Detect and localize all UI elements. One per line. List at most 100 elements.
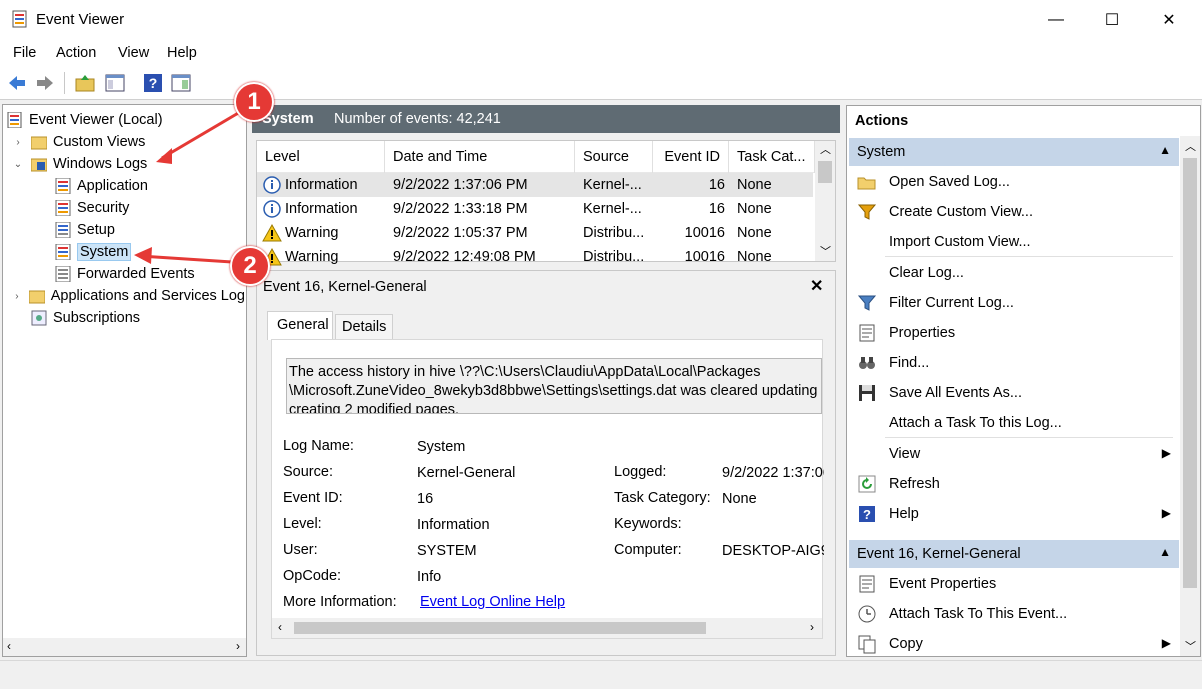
actions-vertical-scrollbar[interactable]: ︿ ﹀ [1180, 136, 1200, 656]
title-bar: Event Viewer — ☐ ✕ [0, 0, 1202, 40]
action-icon-slot [857, 202, 877, 222]
chevron-right-icon[interactable]: › [11, 137, 25, 148]
tree-item-label: Subscriptions [53, 310, 141, 326]
action-item[interactable]: Copy ▶ [851, 629, 1177, 659]
action-item[interactable]: ? Help ▶ [851, 499, 1177, 529]
action-item[interactable]: Import Custom View... [851, 227, 1177, 257]
scroll-right-icon[interactable]: › [810, 620, 814, 634]
scroll-down-icon[interactable]: ﹀ [1185, 638, 1196, 654]
action-item[interactable]: Properties [851, 318, 1177, 348]
tree-item-custom-views[interactable]: › Custom Views [7, 131, 245, 153]
action-item[interactable]: View ▶ [851, 439, 1177, 469]
column-header-task-category[interactable]: Task Cat... [729, 141, 815, 173]
warning-icon [262, 224, 282, 242]
action-item[interactable]: Save All Events As... [851, 378, 1177, 408]
toolbar-separator [64, 72, 65, 94]
action-item[interactable]: Open Saved Log... [851, 167, 1177, 197]
action-item[interactable]: Event Properties [851, 569, 1177, 599]
action-item[interactable]: Attach Task To This Event... [851, 599, 1177, 629]
column-header-date[interactable]: Date and Time [385, 141, 575, 173]
action-label: Filter Current Log... [889, 295, 1014, 311]
tree-item-application[interactable]: Application [7, 175, 245, 197]
column-header-level[interactable]: Level [257, 141, 385, 173]
event-id-value: 16 [417, 491, 434, 507]
table-row[interactable]: Warning 9/2/2022 1:05:37 PM Distribu... 100… [257, 221, 813, 245]
menu-bar: File Action View Help [0, 40, 1202, 66]
tree-item-system[interactable]: System [7, 241, 245, 263]
table-row[interactable]: Information 9/2/2022 1:33:18 PM Kernel-...… [257, 197, 813, 221]
table-vertical-scrollbar[interactable]: ︿ ﹀ [815, 141, 835, 261]
table-row[interactable]: Warning 9/2/2022 12:49:08 PM Distribu... 10… [257, 245, 813, 269]
tree-item-applications-services[interactable]: › Applications and Services Log [7, 285, 245, 307]
attach-task-icon [858, 605, 876, 623]
action-icon-slot [857, 444, 877, 464]
action-item[interactable]: Find... [851, 348, 1177, 378]
tree-item-subscriptions[interactable]: Subscriptions [7, 307, 245, 329]
collapse-icon[interactable]: ▲ [1159, 545, 1171, 559]
actions-section-system[interactable]: System ▲ [849, 138, 1179, 166]
cell-level: Warning [285, 225, 339, 241]
task-category-value: None [722, 491, 757, 507]
cell-source: Distribu... [583, 249, 645, 265]
help-icon: ? [859, 506, 875, 522]
scroll-thumb[interactable] [1183, 158, 1197, 588]
action-label: View [889, 446, 921, 462]
scroll-down-icon[interactable]: ﹀ [820, 243, 831, 259]
column-header-source[interactable]: Source [575, 141, 653, 173]
action-item[interactable]: Refresh [851, 469, 1177, 499]
tree-item-forwarded-events[interactable]: Forwarded Events [7, 263, 245, 285]
action-icon-slot [857, 172, 877, 192]
tab-general[interactable]: General [267, 311, 333, 340]
cell-date: 9/2/2022 1:05:37 PM [393, 225, 528, 241]
up-folder-icon[interactable] [74, 72, 96, 94]
detail-horizontal-scrollbar[interactable]: ‹ › [272, 618, 822, 638]
show-hide-action-pane-icon[interactable] [170, 72, 192, 94]
action-item[interactable]: Clear Log... [851, 258, 1177, 288]
scroll-thumb[interactable] [294, 622, 706, 634]
message-line: \Microsoft.ZuneVideo_8wekyb3d8bbwe\Setti… [289, 383, 818, 399]
menu-help[interactable]: Help [167, 45, 197, 61]
tree-item-security[interactable]: Security [7, 197, 245, 219]
close-button[interactable]: ✕ [1146, 0, 1192, 40]
scroll-left-icon[interactable]: ‹ [278, 620, 282, 634]
scroll-up-icon[interactable]: ︿ [820, 141, 831, 157]
action-label: Save All Events As... [889, 385, 1022, 401]
menu-file[interactable]: File [13, 45, 36, 61]
action-label: Attach Task To This Event... [889, 606, 1068, 622]
scroll-up-icon[interactable]: ︿ [1185, 138, 1196, 154]
minimize-button[interactable]: — [1033, 0, 1079, 40]
actions-section-event[interactable]: Event 16, Kernel-General ▲ [849, 540, 1179, 568]
tab-label: Details [342, 319, 387, 335]
collapse-icon[interactable]: ▲ [1159, 143, 1171, 157]
tree-item-root[interactable]: Event Viewer (Local) [7, 109, 245, 131]
event-log-online-help-link[interactable]: Event Log Online Help [420, 594, 565, 610]
menu-view[interactable]: View [118, 45, 149, 61]
action-item[interactable]: Create Custom View... [851, 197, 1177, 227]
show-hide-tree-icon[interactable] [104, 72, 126, 94]
scroll-left-icon[interactable]: ‹ [7, 639, 11, 653]
table-row[interactable]: Information 9/2/2022 1:37:06 PM Kernel-...… [257, 173, 813, 197]
action-item[interactable]: Attach a Task To this Log... [851, 408, 1177, 438]
forward-arrow-icon[interactable] [34, 72, 56, 94]
column-header-event-id[interactable]: Event ID [653, 141, 729, 173]
menu-action[interactable]: Action [56, 45, 96, 61]
scroll-thumb[interactable] [818, 161, 832, 183]
action-item[interactable]: Filter Current Log... [851, 288, 1177, 318]
log-name-label: Log Name: [283, 438, 354, 454]
help-icon[interactable]: ? [142, 72, 164, 94]
tree-horizontal-scrollbar[interactable]: ‹ › [3, 638, 246, 656]
event-message-box[interactable]: The access history in hive \??\C:\Users\… [286, 358, 822, 414]
chevron-right-icon[interactable]: › [11, 291, 23, 302]
tree-item-windows-logs[interactable]: ⌄ Windows Logs [7, 153, 245, 175]
close-detail-icon[interactable]: ✕ [810, 276, 823, 296]
tab-details[interactable]: Details [335, 314, 393, 339]
back-arrow-icon[interactable] [6, 72, 28, 94]
keywords-label: Keywords: [614, 516, 682, 532]
folder-icon [31, 136, 47, 150]
tree-item-label: Custom Views [53, 134, 146, 150]
tree-item-setup[interactable]: Setup [7, 219, 245, 241]
scroll-right-icon[interactable]: › [236, 639, 240, 653]
annotation-badge-2: 2 [230, 246, 270, 286]
chevron-down-icon[interactable]: ⌄ [11, 159, 25, 170]
maximize-button[interactable]: ☐ [1089, 0, 1135, 40]
